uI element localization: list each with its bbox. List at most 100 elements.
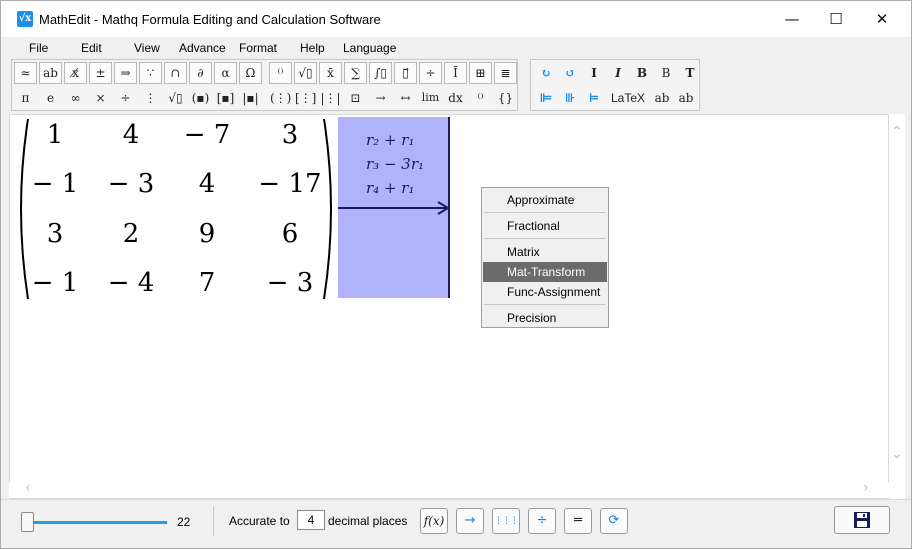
- parentheses-button[interactable]: (▪): [189, 87, 212, 109]
- menu-advance[interactable]: Advance: [179, 41, 226, 55]
- not-symbol-button[interactable]: x̸: [64, 62, 87, 84]
- box-matrix-button[interactable]: ⊡: [344, 87, 367, 109]
- font-down-button[interactable]: ab: [675, 87, 697, 109]
- sum-template-button[interactable]: ∑: [344, 62, 367, 84]
- row-operation: r₄ + r₁: [366, 179, 415, 197]
- fraction-template-button[interactable]: ÷: [419, 62, 442, 84]
- align-right-icon[interactable]: ⊨: [583, 87, 605, 109]
- divide-button[interactable]: ÷: [114, 87, 137, 109]
- align-left-icon[interactable]: ⊫: [535, 87, 557, 109]
- maximize-button[interactable]: ☐: [813, 1, 859, 37]
- menu-bar: File Edit View Advance Format Help Langu…: [11, 39, 903, 57]
- align-center-icon[interactable]: ⊪: [559, 87, 581, 109]
- matrix-cell: 4: [198, 169, 216, 199]
- accurate-label: Accurate to: [229, 514, 290, 528]
- minimize-button[interactable]: —: [769, 1, 815, 37]
- vertical-scrollbar[interactable]: ⌃ ⌄: [889, 114, 905, 499]
- differential-button[interactable]: dx: [444, 87, 467, 109]
- partial-button[interactable]: ∂: [189, 62, 212, 84]
- menu-edit[interactable]: Edit: [81, 41, 102, 55]
- zoom-slider-thumb[interactable]: [21, 512, 34, 532]
- scroll-left-icon[interactable]: ‹: [25, 480, 31, 496]
- limit-button[interactable]: lim: [419, 87, 442, 109]
- floppy-disk-icon: [854, 512, 870, 528]
- menu-view[interactable]: View: [134, 41, 160, 55]
- overbar-template-button[interactable]: Ī: [444, 62, 467, 84]
- align-template-button[interactable]: ≣: [494, 62, 517, 84]
- because-button[interactable]: ∵: [139, 62, 162, 84]
- function-icon[interactable]: f(x): [420, 508, 448, 534]
- pi-button[interactable]: π: [14, 87, 37, 109]
- format-toolbar-group: ↻ ↺ I I B B T ⊫ ⊪ ⊨ LaTeX ab ab: [530, 59, 700, 111]
- scroll-right-icon[interactable]: ›: [863, 480, 869, 496]
- system-button[interactable]: {}: [494, 87, 517, 109]
- scroll-down-icon[interactable]: ⌄: [891, 446, 903, 462]
- zoom-slider-track[interactable]: [23, 521, 167, 524]
- matrix-cell: 6: [281, 219, 299, 249]
- bracket-matrix-button[interactable]: [⋮]: [294, 87, 317, 109]
- infinity-button[interactable]: ∞: [64, 87, 87, 109]
- bold-button[interactable]: B: [631, 62, 653, 84]
- omega-button[interactable]: Ω: [239, 62, 262, 84]
- row-operation: r₃ − 3r₁: [366, 155, 425, 173]
- italic-off-button[interactable]: I: [583, 62, 605, 84]
- alpha-button[interactable]: α: [214, 62, 237, 84]
- euler-button[interactable]: e: [39, 87, 62, 109]
- zoom-value: 22: [177, 515, 191, 529]
- menu-item-approximate[interactable]: Approximate: [483, 190, 607, 210]
- scroll-up-icon[interactable]: ⌃: [891, 124, 903, 140]
- approx-symbol-button[interactable]: ≈: [14, 62, 37, 84]
- brackets-button[interactable]: [▪]: [214, 87, 237, 109]
- times-button[interactable]: ×: [89, 87, 112, 109]
- arrow-template-button[interactable]: ▯⃗: [394, 62, 417, 84]
- matrix-template-button[interactable]: ⊞: [469, 62, 492, 84]
- plus-minus-button[interactable]: ±: [89, 62, 112, 84]
- menu-item-func-assignment[interactable]: Func-Assignment: [483, 282, 607, 302]
- matrix-cell: − 1: [31, 268, 79, 298]
- menu-item-matrix[interactable]: Matrix: [483, 242, 607, 262]
- piecewise-button[interactable]: ⁽⁾: [469, 87, 492, 109]
- transform-arrow-button-icon[interactable]: →: [456, 508, 484, 534]
- menu-item-mat-transform[interactable]: Mat-Transform: [483, 262, 607, 282]
- radical-template-button[interactable]: √▯: [294, 62, 317, 84]
- fence-template-button[interactable]: ⁽⁾: [269, 62, 292, 84]
- italic-button[interactable]: I: [607, 62, 629, 84]
- fraction-button[interactable]: ⋮: [139, 87, 162, 109]
- menu-help[interactable]: Help: [300, 41, 325, 55]
- bold-off-button[interactable]: B: [655, 62, 677, 84]
- menu-language[interactable]: Language: [343, 41, 396, 55]
- double-arrow-button[interactable]: ↔: [394, 87, 417, 109]
- implies-button[interactable]: ⇒: [114, 62, 137, 84]
- abs-button[interactable]: |▪|: [239, 87, 262, 109]
- subscript-template-button[interactable]: x̄: [319, 62, 342, 84]
- undo-icon[interactable]: ↺: [559, 62, 581, 84]
- equals-icon[interactable]: ═: [564, 508, 592, 534]
- latex-button[interactable]: LaTeX: [607, 87, 649, 109]
- sqrt-button[interactable]: √▯: [164, 87, 187, 109]
- toolbar: ≈ ab x̸ ± ⇒ ∵ ∩ ∂ α Ω ⁽⁾ √▯ x̄ ∑ ∫▯ ▯⃗ ÷…: [11, 57, 903, 113]
- menu-file[interactable]: File: [29, 41, 48, 55]
- decimals-input[interactable]: 4: [297, 510, 325, 530]
- refresh-icon[interactable]: ⟳: [600, 508, 628, 534]
- intersection-button[interactable]: ∩: [164, 62, 187, 84]
- right-arrow-button[interactable]: →: [369, 87, 392, 109]
- paren-matrix-button[interactable]: (⋮): [269, 87, 292, 109]
- font-up-button[interactable]: ab: [651, 87, 673, 109]
- menu-format[interactable]: Format: [239, 41, 277, 55]
- horizontal-scrollbar[interactable]: ‹ ›: [9, 480, 889, 498]
- menu-item-precision[interactable]: Precision: [483, 308, 607, 328]
- transform-arrow-icon: [338, 201, 450, 215]
- menu-item-fractional[interactable]: Fractional: [483, 216, 607, 236]
- close-button[interactable]: ✕: [859, 1, 905, 37]
- integral-template-button[interactable]: ∫▯: [369, 62, 392, 84]
- determinant-button[interactable]: |⋮|: [319, 87, 342, 109]
- text-symbol-button[interactable]: ab: [39, 62, 62, 84]
- matrix-grid-icon[interactable]: ⋮⋮⋮: [492, 508, 520, 534]
- matrix-cell: 1: [46, 120, 64, 150]
- row-operation-block[interactable]: r₂ + r₁ r₃ − 3r₁ r₄ + r₁: [338, 117, 450, 298]
- text-style-button[interactable]: T: [679, 62, 701, 84]
- title-bar: √x MathEdit - Mathq Formula Editing and …: [1, 1, 911, 37]
- fraction-icon[interactable]: ÷: [528, 508, 556, 534]
- redo-icon[interactable]: ↻: [535, 62, 557, 84]
- save-button[interactable]: [834, 506, 890, 534]
